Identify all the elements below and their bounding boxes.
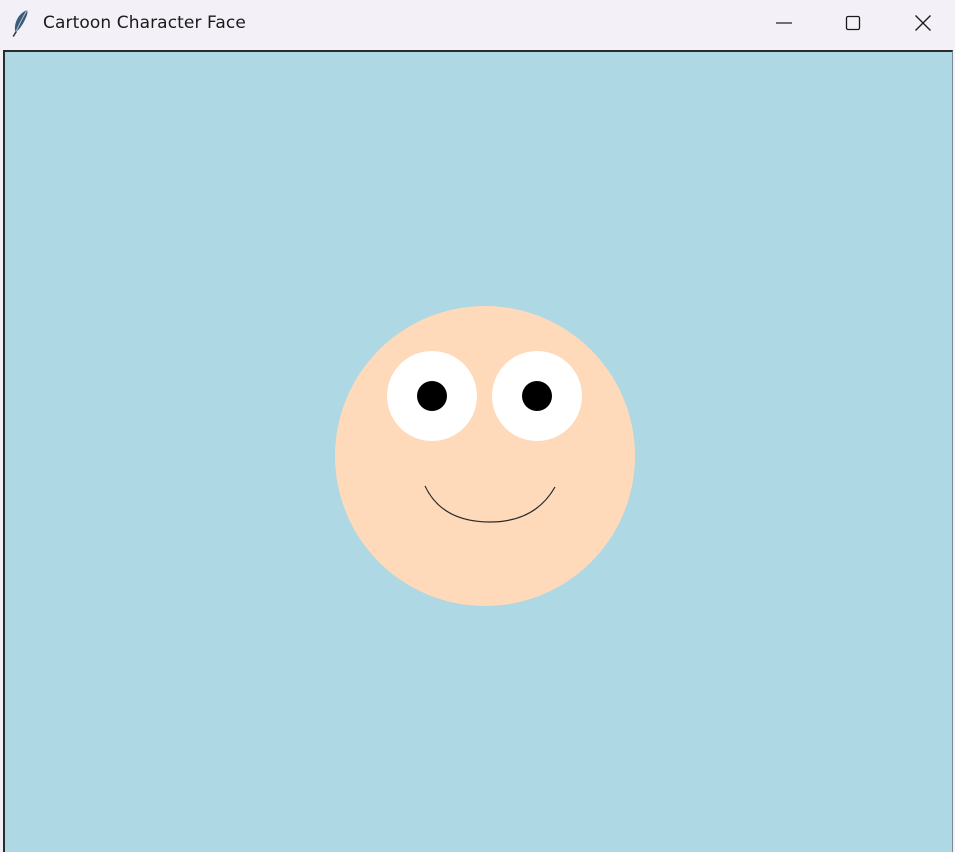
feather-icon [12, 9, 28, 37]
close-icon [915, 15, 931, 31]
close-button[interactable] [888, 0, 955, 46]
face-drawing [335, 306, 635, 606]
window-title: Cartoon Character Face [43, 13, 246, 33]
drawing-canvas[interactable] [3, 50, 953, 852]
left-pupil [417, 381, 447, 411]
face-circle [335, 306, 635, 606]
minimize-icon [776, 22, 792, 24]
app-window: Cartoon Character Face [0, 0, 955, 852]
minimize-button[interactable] [749, 0, 819, 46]
title-bar[interactable]: Cartoon Character Face [0, 0, 955, 46]
maximize-button[interactable] [818, 0, 888, 46]
maximize-icon [845, 15, 861, 31]
right-pupil [522, 381, 552, 411]
